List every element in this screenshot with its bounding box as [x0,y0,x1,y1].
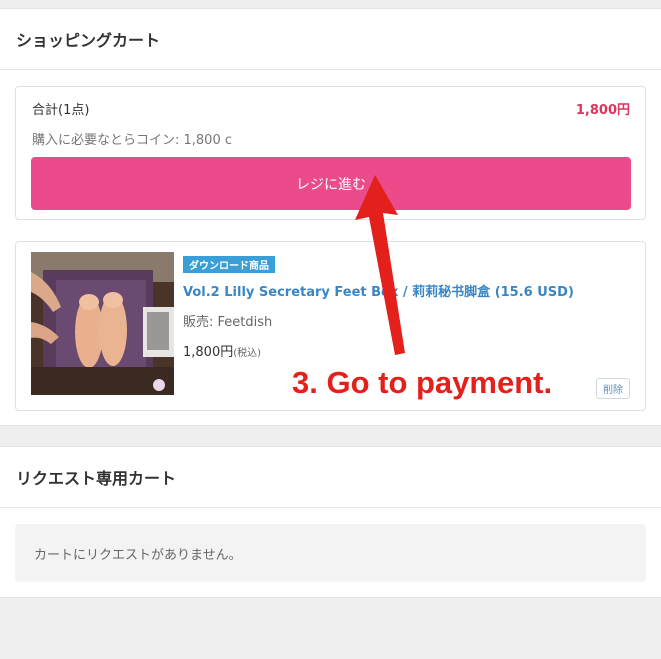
total-label: 合計(1点) [32,103,90,118]
cart-title: ショッピングカート [0,9,661,70]
coin-requirement: 購入に必要なとらコイン: 1,800 c [32,133,233,148]
checkout-button[interactable]: レジに進む [31,157,631,210]
annotation-arrow [355,175,405,355]
product-image [31,252,174,395]
seller-label: 販売: Feetdish [183,315,273,330]
top-strip [0,0,661,8]
item-price-value: 1,800円 [183,345,234,360]
product-thumbnail[interactable] [31,252,174,395]
request-cart-title: リクエスト専用カート [0,447,661,508]
delete-button[interactable]: 削除 [596,378,630,399]
tax-note: (税込) [233,348,262,359]
shopping-cart-section: ショッピングカート 合計(1点) 1,800円 購入に必要なとらコイン: 1,8… [0,8,661,426]
annotation-text: 3. Go to payment. [292,365,553,400]
empty-request-message: カートにリクエストがありません。 [15,524,646,582]
cart-summary: 合計(1点) 1,800円 購入に必要なとらコイン: 1,800 c レジに進む [15,86,646,220]
item-price: 1,800円(税込) [183,341,261,360]
request-cart-section: リクエスト専用カート カートにリクエストがありません。 [0,446,661,598]
download-badge: ダウンロード商品 [183,256,275,273]
total-price: 1,800円 [575,103,630,118]
